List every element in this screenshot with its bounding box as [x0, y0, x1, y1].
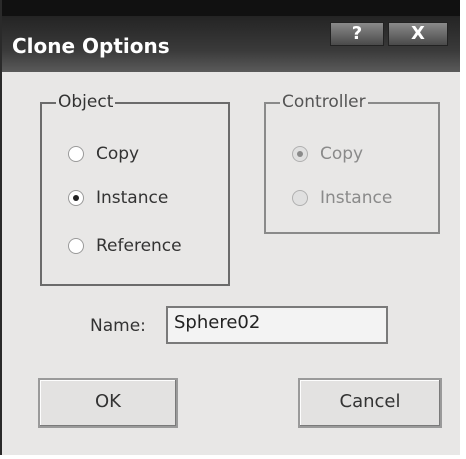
- object-instance-label: Instance: [96, 188, 169, 208]
- controller-group-legend: Controller: [280, 92, 368, 112]
- cancel-button[interactable]: Cancel: [298, 378, 442, 428]
- controller-instance-label: Instance: [320, 188, 393, 208]
- object-reference-label: Reference: [96, 236, 182, 256]
- close-button[interactable]: X: [388, 22, 448, 46]
- dialog-title: Clone Options: [12, 34, 170, 58]
- object-group: Object Copy Instance Reference: [40, 92, 230, 286]
- title-bar-edge: [2, 0, 460, 16]
- controller-copy-label: Copy: [320, 144, 364, 164]
- ok-button[interactable]: OK: [38, 378, 178, 428]
- object-reference-radio[interactable]: [68, 238, 84, 254]
- object-copy-label: Copy: [96, 144, 140, 164]
- title-bar[interactable]: Clone Options ? X: [2, 0, 460, 72]
- controller-instance-option[interactable]: Instance: [292, 188, 392, 208]
- clone-options-dialog: Clone Options ? X Object Copy Instance R…: [0, 0, 460, 455]
- controller-copy-radio[interactable]: [292, 146, 308, 162]
- help-button[interactable]: ?: [330, 22, 384, 46]
- object-instance-radio[interactable]: [68, 190, 84, 206]
- object-reference-option[interactable]: Reference: [68, 236, 182, 256]
- controller-copy-option[interactable]: Copy: [292, 144, 363, 164]
- controller-instance-radio[interactable]: [292, 190, 308, 206]
- name-input[interactable]: Sphere02: [166, 306, 388, 344]
- name-label: Name:: [90, 316, 146, 336]
- controller-group: Controller Copy Instance: [264, 92, 440, 234]
- object-group-legend: Object: [56, 92, 116, 112]
- object-instance-option[interactable]: Instance: [68, 188, 168, 208]
- object-copy-radio[interactable]: [68, 146, 84, 162]
- object-copy-option[interactable]: Copy: [68, 144, 139, 164]
